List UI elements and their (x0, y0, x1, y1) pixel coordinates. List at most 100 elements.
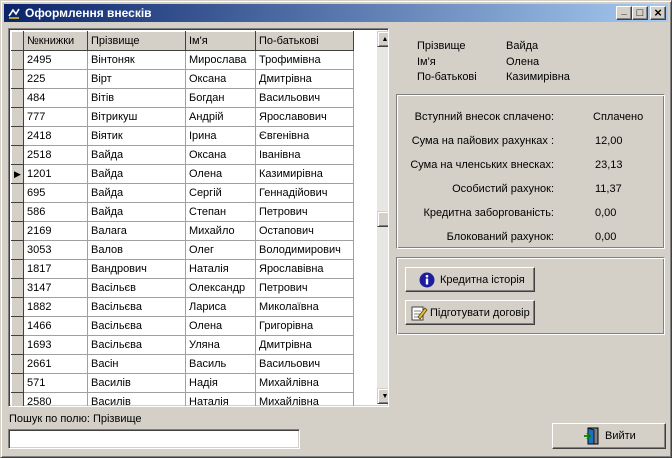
name-cell[interactable]: Уляна (185, 335, 256, 355)
name-cell[interactable]: Наталія (185, 392, 256, 406)
table-row[interactable]: 3053 Валов Олег Володимирович (11, 240, 354, 260)
maximize-button[interactable]: □ (632, 6, 648, 20)
surname-cell[interactable]: Васільєва (87, 297, 186, 317)
book-number-cell[interactable]: 2169 (23, 221, 88, 241)
book-number-cell[interactable]: 3147 (23, 278, 88, 298)
name-cell[interactable]: Богдан (185, 88, 256, 108)
patronymic-cell[interactable]: Дмитрівна (255, 335, 354, 355)
surname-cell[interactable]: Вайда (87, 164, 186, 184)
book-number-cell[interactable]: 2518 (23, 145, 88, 165)
column-header-surname[interactable]: Прізвище (87, 31, 186, 51)
surname-cell[interactable]: Вайда (87, 202, 186, 222)
scroll-thumb[interactable] (377, 211, 388, 227)
row-indicator[interactable] (11, 392, 24, 406)
title-bar[interactable]: Оформлення внесків _ □ × (4, 4, 668, 22)
table-row[interactable]: 571 Василів Надія Михайлівна (11, 373, 354, 393)
patronymic-cell[interactable]: Трофимівна (255, 50, 354, 70)
book-number-cell[interactable]: 2661 (23, 354, 88, 374)
name-cell[interactable]: Олена (185, 164, 256, 184)
name-cell[interactable]: Мирослава (185, 50, 256, 70)
name-cell[interactable]: Оксана (185, 69, 256, 89)
name-cell[interactable]: Ірина (185, 126, 256, 146)
row-indicator[interactable] (11, 126, 24, 146)
row-indicator[interactable] (11, 297, 24, 317)
name-cell[interactable]: Олена (185, 316, 256, 336)
patronymic-cell[interactable]: Дмитрівна (255, 69, 354, 89)
row-indicator[interactable] (11, 50, 24, 70)
name-cell[interactable]: Андрій (185, 107, 256, 127)
book-number-cell[interactable]: 2418 (23, 126, 88, 146)
patronymic-cell[interactable]: Остапович (255, 221, 354, 241)
table-row[interactable]: 586 Вайда Степан Петрович (11, 202, 354, 222)
row-indicator[interactable] (11, 202, 24, 222)
row-indicator[interactable] (11, 183, 24, 203)
surname-cell[interactable]: Вандрович (87, 259, 186, 279)
table-row[interactable]: 1466 Васільєва Олена Григорівна (11, 316, 354, 336)
name-cell[interactable]: Лариса (185, 297, 256, 317)
credit-history-button[interactable]: Кредитна історія (405, 267, 535, 292)
surname-cell[interactable]: Вітрикуш (87, 107, 186, 127)
row-indicator[interactable] (11, 278, 24, 298)
table-row[interactable]: 225 Вірт Оксана Дмитрівна (11, 69, 354, 89)
surname-cell[interactable]: Васін (87, 354, 186, 374)
column-header-book-number[interactable]: №книжки (23, 31, 88, 51)
name-cell[interactable]: Сергій (185, 183, 256, 203)
minimize-button[interactable]: _ (616, 6, 632, 20)
book-number-cell[interactable]: 571 (23, 373, 88, 393)
row-indicator[interactable] (11, 107, 24, 127)
book-number-cell[interactable]: 586 (23, 202, 88, 222)
surname-cell[interactable]: Вірт (87, 69, 186, 89)
column-header-patronymic[interactable]: По-батькові (255, 31, 354, 51)
row-indicator[interactable] (11, 221, 24, 241)
book-number-cell[interactable]: 2495 (23, 50, 88, 70)
name-cell[interactable]: Надія (185, 373, 256, 393)
search-input[interactable] (8, 429, 300, 449)
patronymic-cell[interactable]: Геннадійович (255, 183, 354, 203)
table-row[interactable]: ▶ 1201 Вайда Олена Казимирівна (11, 164, 354, 184)
surname-cell[interactable]: Василів (87, 373, 186, 393)
surname-cell[interactable]: Васільєв (87, 278, 186, 298)
table-row[interactable]: 1693 Васільєва Уляна Дмитрівна (11, 335, 354, 355)
patronymic-cell[interactable]: Ярославович (255, 107, 354, 127)
row-indicator[interactable] (11, 259, 24, 279)
scroll-down-button[interactable]: ▼ (377, 388, 388, 404)
surname-cell[interactable]: Васільєва (87, 316, 186, 336)
patronymic-cell[interactable]: Євгенівна (255, 126, 354, 146)
patronymic-cell[interactable]: Михайлівна (255, 392, 354, 406)
book-number-cell[interactable]: 777 (23, 107, 88, 127)
surname-cell[interactable]: Васільєва (87, 335, 186, 355)
table-row[interactable]: 2661 Васін Василь Васильович (11, 354, 354, 374)
patronymic-cell[interactable]: Казимирівна (255, 164, 354, 184)
scroll-up-button[interactable]: ▲ (377, 31, 388, 47)
row-indicator[interactable]: ▶ (11, 164, 24, 184)
row-indicator[interactable] (11, 335, 24, 355)
column-header-name[interactable]: Ім'я (185, 31, 256, 51)
name-cell[interactable]: Василь (185, 354, 256, 374)
table-row[interactable]: 695 Вайда Сергій Геннадійович (11, 183, 354, 203)
table-row[interactable]: 2518 Вайда Оксана Іванівна (11, 145, 354, 165)
grid-vertical-scrollbar[interactable]: ▲ ▼ (377, 31, 388, 404)
patronymic-cell[interactable]: Михайлівна (255, 373, 354, 393)
name-cell[interactable]: Оксана (185, 145, 256, 165)
table-row[interactable]: 3147 Васільєв Олександр Петрович (11, 278, 354, 298)
patronymic-cell[interactable]: Васильович (255, 88, 354, 108)
surname-cell[interactable]: Вітів (87, 88, 186, 108)
surname-cell[interactable]: Вайда (87, 183, 186, 203)
surname-cell[interactable]: Вінтоняк (87, 50, 186, 70)
surname-cell[interactable]: Віятик (87, 126, 186, 146)
patronymic-cell[interactable]: Петрович (255, 278, 354, 298)
table-row[interactable]: 1882 Васільєва Лариса Миколаївна (11, 297, 354, 317)
name-cell[interactable]: Степан (185, 202, 256, 222)
book-number-cell[interactable]: 2580 (23, 392, 88, 406)
name-cell[interactable]: Михайло (185, 221, 256, 241)
surname-cell[interactable]: Валага (87, 221, 186, 241)
table-row[interactable]: 2169 Валага Михайло Остапович (11, 221, 354, 241)
patronymic-cell[interactable]: Ярославівна (255, 259, 354, 279)
patronymic-cell[interactable]: Володимирович (255, 240, 354, 260)
table-row[interactable]: 2580 Василів Наталія Михайлівна (11, 392, 354, 406)
surname-cell[interactable]: Вайда (87, 145, 186, 165)
table-row[interactable]: 1817 Вандрович Наталія Ярославівна (11, 259, 354, 279)
row-indicator[interactable] (11, 373, 24, 393)
row-indicator[interactable] (11, 316, 24, 336)
book-number-cell[interactable]: 1201 (23, 164, 88, 184)
